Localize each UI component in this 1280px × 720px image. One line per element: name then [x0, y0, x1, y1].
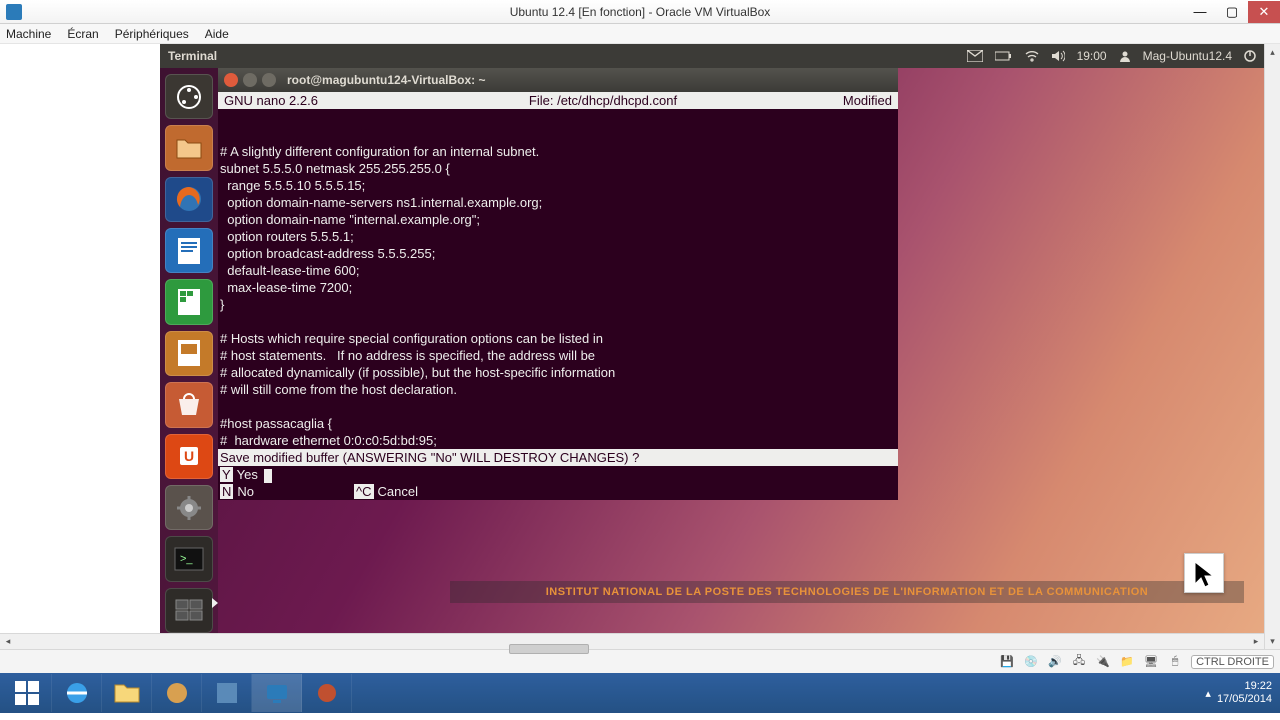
svg-text:U: U — [184, 448, 194, 464]
taskbar-app1[interactable] — [152, 674, 202, 712]
taskbar-ie[interactable] — [52, 674, 102, 712]
vbox-cd-icon[interactable]: 💿 — [1023, 654, 1039, 670]
taskbar-virtualbox[interactable] — [252, 674, 302, 712]
scroll-down-arrow[interactable]: ▾ — [1265, 633, 1280, 649]
vbox-host-key: CTRL DROITE — [1191, 655, 1274, 669]
host-menubar: Machine Écran Périphériques Aide — [0, 24, 1280, 44]
terminal-maximize-button[interactable] — [262, 73, 276, 87]
launcher-ubuntu-one[interactable]: U — [165, 434, 213, 479]
nano-status: Modified — [802, 92, 892, 109]
panel-clock[interactable]: 19:00 — [1077, 49, 1107, 63]
host-maximize-button[interactable]: ▢ — [1216, 1, 1248, 23]
taskbar-app3[interactable] — [302, 674, 352, 712]
terminal-titlebar[interactable]: root@magubuntu124-VirtualBox: ~ — [218, 68, 898, 92]
vbox-mouse-icon[interactable]: 🖱 — [1167, 654, 1183, 670]
nano-option-no-cancel-row: N No ^C Cancel — [218, 483, 898, 500]
vbox-shared-folder-icon[interactable]: 📁 — [1119, 654, 1135, 670]
network-icon[interactable] — [1025, 50, 1039, 62]
menu-aide[interactable]: Aide — [205, 27, 229, 41]
terminal-minimize-button[interactable] — [243, 73, 257, 87]
launcher-terminal[interactable]: >_ — [165, 536, 213, 581]
scroll-up-arrow[interactable]: ▴ — [1265, 44, 1280, 60]
battery-icon[interactable] — [995, 51, 1013, 61]
nano-cancel-key[interactable]: ^C — [354, 484, 374, 499]
panel-username[interactable]: Mag-Ubuntu12.4 — [1143, 49, 1232, 63]
launcher-impress[interactable] — [165, 331, 213, 376]
system-tray[interactable]: ▴ 19:22 17/05/2014 — [1205, 680, 1280, 706]
menu-ecran[interactable]: Écran — [67, 27, 98, 41]
windows-taskbar: ▴ 19:22 17/05/2014 — [0, 673, 1280, 713]
mail-icon[interactable] — [967, 50, 983, 62]
scroll-left-arrow[interactable]: ◂ — [0, 636, 16, 647]
vbox-network-icon[interactable]: 🖧 — [1071, 654, 1087, 670]
sound-icon[interactable] — [1051, 50, 1065, 62]
host-close-button[interactable]: ✕ — [1248, 1, 1280, 23]
vm-horizontal-scrollbar[interactable]: ◂ ▸ — [0, 633, 1264, 649]
vbox-usb-icon[interactable]: 🔌 — [1095, 654, 1111, 670]
cursor-preview-thumbnail — [1184, 553, 1224, 593]
vbox-audio-icon[interactable]: 🔊 — [1047, 654, 1063, 670]
taskbar-app2[interactable] — [202, 674, 252, 712]
host-window-titlebar: Ubuntu 12.4 [En fonction] - Oracle VM Vi… — [0, 0, 1280, 24]
launcher-settings[interactable] — [165, 485, 213, 530]
terminal-window[interactable]: root@magubuntu124-VirtualBox: ~ GNU nano… — [218, 68, 898, 500]
tray-expand-icon[interactable]: ▴ — [1205, 687, 1211, 700]
vbox-statusbar: 💾 💿 🔊 🖧 🔌 📁 🖥 🖱 CTRL DROITE — [0, 649, 1280, 673]
ubuntu-desktop[interactable]: Terminal 19:00 Mag-Ubuntu12.4 root@magub… — [160, 44, 1264, 633]
nano-no-key[interactable]: N — [220, 484, 233, 499]
nano-no-label: No — [237, 484, 254, 499]
host-minimize-button[interactable]: — — [1184, 1, 1216, 23]
shutdown-icon[interactable] — [1244, 50, 1256, 62]
nano-editor-content[interactable]: # A slightly different configuration for… — [218, 109, 898, 449]
menu-peripheriques[interactable]: Périphériques — [115, 27, 189, 41]
terminal-close-button[interactable] — [224, 73, 238, 87]
launcher-dash[interactable] — [165, 74, 213, 119]
launcher-software-center[interactable] — [165, 382, 213, 427]
terminal-title-text: root@magubuntu124-VirtualBox: ~ — [287, 72, 486, 89]
virtualbox-icon — [6, 4, 22, 20]
host-window-title: Ubuntu 12.4 [En fonction] - Oracle VM Vi… — [510, 5, 771, 19]
nano-file: File: /etc/dhcp/dhcpd.conf — [404, 92, 802, 109]
nano-yes-key[interactable]: Y — [220, 467, 233, 482]
tray-clock[interactable]: 19:22 17/05/2014 — [1217, 680, 1272, 706]
launcher-active-indicator — [212, 598, 218, 608]
panel-app-title: Terminal — [168, 49, 217, 63]
launcher-writer[interactable] — [165, 228, 213, 273]
menu-machine[interactable]: Machine — [6, 27, 51, 41]
video-watermark: INSTITUT NATIONAL DE LA POSTE DES TECHNO… — [450, 581, 1244, 603]
launcher-calc[interactable] — [165, 279, 213, 324]
launcher-files[interactable] — [165, 125, 213, 170]
unity-launcher: U >_ — [160, 68, 218, 633]
start-button[interactable] — [2, 674, 52, 712]
nano-cancel-label: Cancel — [378, 484, 418, 499]
nano-cursor — [264, 469, 272, 483]
taskbar-explorer[interactable] — [102, 674, 152, 712]
nano-option-yes-row: Y Yes — [218, 466, 898, 483]
vm-vertical-scrollbar[interactable]: ▴ ▾ — [1264, 44, 1280, 649]
unity-top-panel: Terminal 19:00 Mag-Ubuntu12.4 — [160, 44, 1264, 68]
vbox-hdd-icon[interactable]: 💾 — [999, 654, 1015, 670]
nano-header: GNU nano 2.2.6 File: /etc/dhcp/dhcpd.con… — [218, 92, 898, 109]
launcher-firefox[interactable] — [165, 177, 213, 222]
scroll-right-arrow[interactable]: ▸ — [1248, 636, 1264, 647]
vbox-display-icon[interactable]: 🖥 — [1143, 654, 1159, 670]
user-icon[interactable] — [1119, 50, 1131, 62]
svg-text:>_: >_ — [180, 553, 193, 565]
launcher-workspace[interactable] — [165, 588, 213, 633]
host-background-gap — [0, 44, 160, 633]
nano-yes-label: Yes — [237, 467, 258, 482]
scroll-thumb[interactable] — [509, 644, 589, 654]
vm-viewport: Terminal 19:00 Mag-Ubuntu12.4 root@magub… — [0, 44, 1280, 649]
nano-save-prompt: Save modified buffer (ANSWERING "No" WIL… — [218, 449, 898, 466]
nano-version: GNU nano 2.2.6 — [224, 92, 404, 109]
